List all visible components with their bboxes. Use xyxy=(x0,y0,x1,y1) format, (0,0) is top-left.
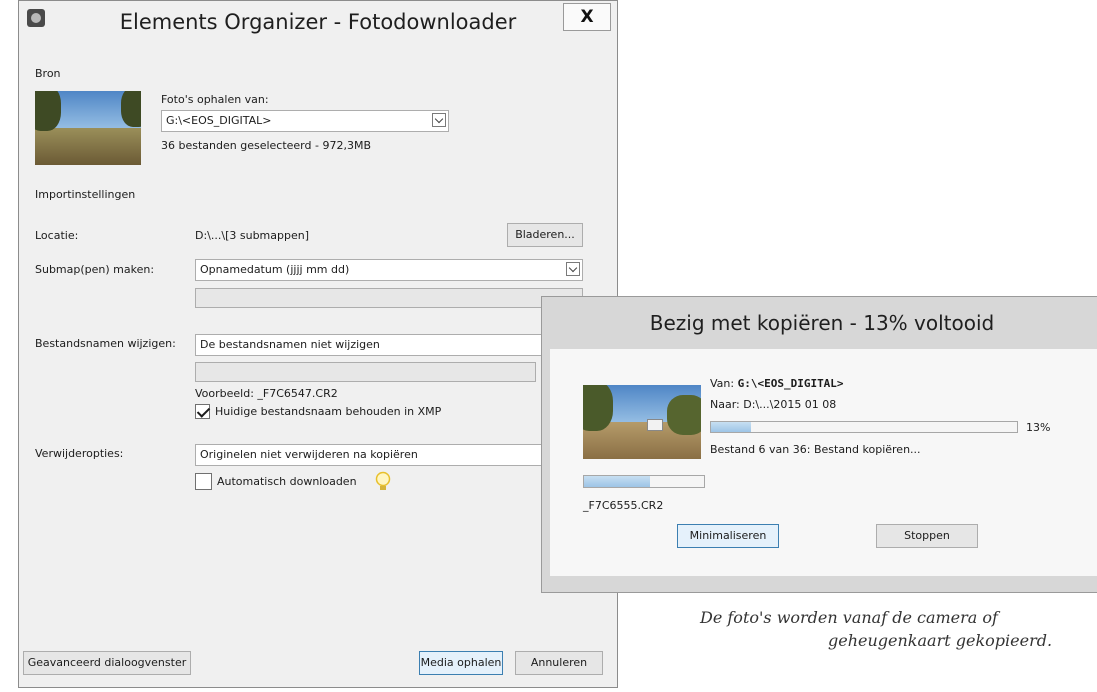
import-section-label: Importinstellingen xyxy=(35,188,136,201)
stop-button[interactable]: Stoppen xyxy=(876,524,978,548)
custom-name-input[interactable] xyxy=(195,362,536,382)
overall-progress-bar xyxy=(710,421,1018,433)
advanced-dialog-button[interactable]: Geavanceerd dialoogvenster xyxy=(23,651,191,675)
source-section-label: Bron xyxy=(35,67,61,80)
delete-options-label: Verwijderopties: xyxy=(35,447,124,460)
rename-label: Bestandsnamen wijzigen: xyxy=(35,337,176,350)
current-filename: _F7C6555.CR2 xyxy=(583,499,664,512)
source-select-value: G:\<EOS_DIGITAL> xyxy=(166,114,272,127)
location-label: Locatie: xyxy=(35,229,79,242)
subfolder-select[interactable]: Opnamedatum (jjjj mm dd) xyxy=(195,259,583,281)
from-label: Van: xyxy=(710,377,735,390)
to-text: Naar: D:\...\2015 01 08 xyxy=(710,398,837,411)
cancel-button[interactable]: Annuleren xyxy=(515,651,603,675)
example-text: Voorbeeld: _F7C6547.CR2 xyxy=(195,387,338,400)
dialog-title: Elements Organizer - Fotodownloader xyxy=(119,10,517,34)
from-value: G:\<EOS_DIGITAL> xyxy=(737,377,844,390)
get-media-button[interactable]: Media ophalen xyxy=(419,651,503,675)
auto-download-checkbox[interactable] xyxy=(195,473,212,490)
close-button[interactable]: X xyxy=(563,3,611,31)
chevron-down-icon xyxy=(566,262,580,276)
caption-line-2: geheugenkaart gekopieerd. xyxy=(828,631,1053,650)
copy-status-text: Bestand 6 van 36: Bestand kopiëren... xyxy=(710,443,921,456)
subfolder-select-value: Opnamedatum (jjjj mm dd) xyxy=(200,263,350,276)
rename-select[interactable]: De bestandsnamen niet wijzigen xyxy=(195,334,555,356)
overall-progress-fill xyxy=(711,422,751,432)
from-row: Van: G:\<EOS_DIGITAL> xyxy=(710,377,844,390)
checkmark-icon xyxy=(196,404,211,418)
keep-name-checkbox[interactable] xyxy=(195,404,211,419)
selection-summary: 36 bestanden geselecteerd - 972,3MB xyxy=(161,139,371,152)
photo-downloader-dialog: Elements Organizer - Fotodownloader X Br… xyxy=(18,0,618,688)
title-bar: Elements Organizer - Fotodownloader X xyxy=(19,1,617,51)
file-progress-fill xyxy=(584,476,650,487)
keep-name-label: Huidige bestandsnaam behouden in XMP xyxy=(215,405,442,418)
subfolder-label: Submap(pen) maken: xyxy=(35,263,155,276)
auto-download-label: Automatisch downloaden xyxy=(217,475,357,488)
minimize-button[interactable]: Minimaliseren xyxy=(677,524,779,548)
location-value: D:\...\[3 submappen] xyxy=(195,229,310,242)
browse-button[interactable]: Bladeren... xyxy=(507,223,583,247)
copy-panel: Van: G:\<EOS_DIGITAL> Naar: D:\...\2015 … xyxy=(550,349,1097,576)
file-progress-bar xyxy=(583,475,705,488)
current-photo-thumbnail xyxy=(583,385,701,459)
source-select[interactable]: G:\<EOS_DIGITAL> xyxy=(161,110,449,132)
figure-caption: De foto's worden vanaf de camera of gehe… xyxy=(700,606,1097,652)
custom-subfolder-input[interactable] xyxy=(195,288,583,308)
copy-progress-dialog: Bezig met kopiëren - 13% voltooid Van: G… xyxy=(541,296,1097,593)
delete-options-select-value: Originelen niet verwijderen na kopiëren xyxy=(200,448,418,461)
fetch-from-label: Foto's ophalen van: xyxy=(161,93,269,106)
delete-options-select[interactable]: Originelen niet verwijderen na kopiëren xyxy=(195,444,555,466)
source-thumbnail xyxy=(35,91,141,165)
lightbulb-icon[interactable] xyxy=(375,471,391,493)
caption-line-1: De foto's worden vanaf de camera of xyxy=(700,608,998,627)
copy-dialog-title: Bezig met kopiëren - 13% voltooid xyxy=(649,311,995,335)
chevron-down-icon xyxy=(432,113,446,127)
overall-percent: 13% xyxy=(1026,421,1051,434)
rename-select-value: De bestandsnamen niet wijzigen xyxy=(200,338,380,351)
